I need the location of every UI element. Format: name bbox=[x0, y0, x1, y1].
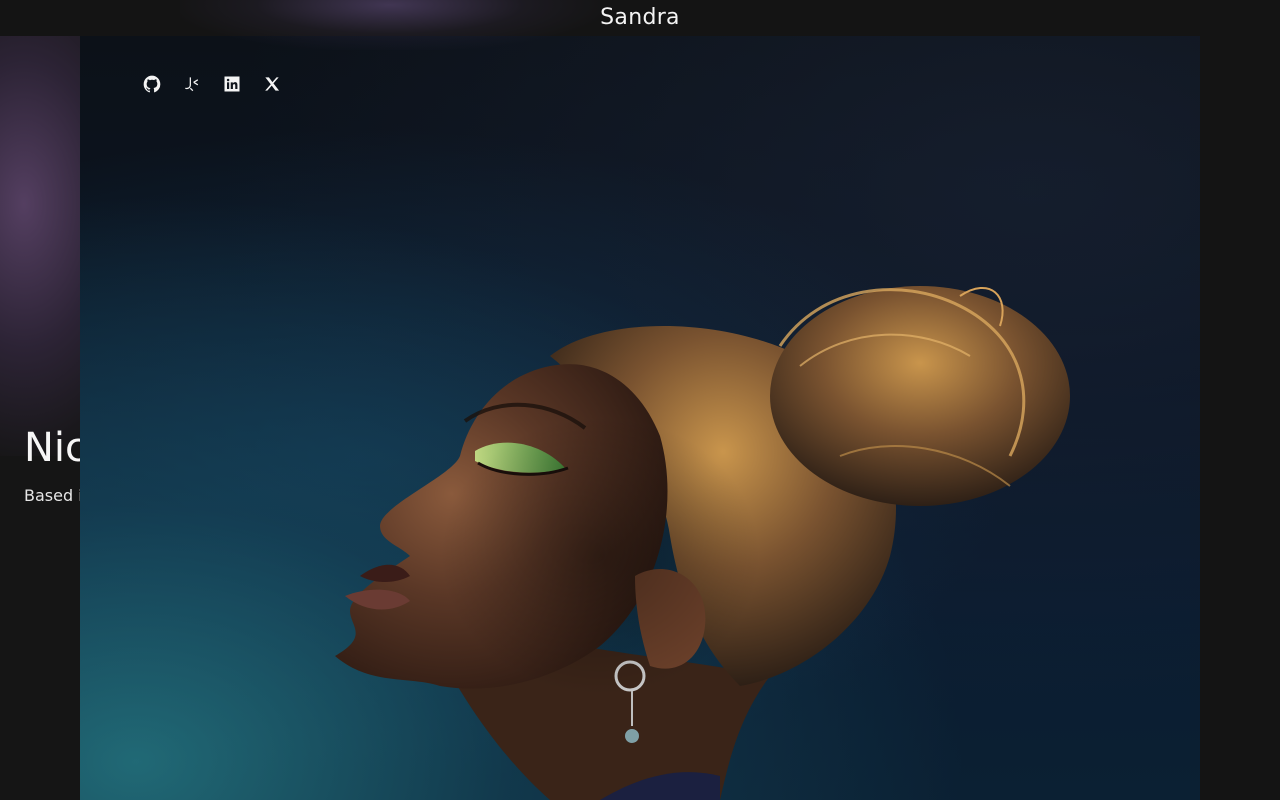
github-icon bbox=[143, 75, 161, 93]
codepen-link[interactable] bbox=[182, 74, 202, 94]
x-icon bbox=[265, 77, 280, 91]
social-links bbox=[142, 74, 282, 94]
x-link[interactable] bbox=[262, 74, 282, 94]
github-link[interactable] bbox=[142, 74, 162, 94]
portrait-image bbox=[335, 286, 1070, 800]
hero-subtitle: Based i bbox=[24, 486, 83, 505]
hero-name: Nic bbox=[24, 425, 88, 471]
left-background bbox=[0, 36, 80, 800]
hero-text: Nic Based i bbox=[24, 420, 87, 505]
site-brand[interactable]: Sandra bbox=[0, 0, 1280, 36]
linkedin-link[interactable] bbox=[222, 74, 242, 94]
linkedin-icon bbox=[224, 76, 240, 92]
right-background bbox=[1200, 36, 1280, 800]
top-bar: Sandra bbox=[0, 0, 1280, 50]
portrait-photo-panel bbox=[80, 36, 1200, 800]
purple-glow bbox=[0, 36, 80, 456]
codepen-icon bbox=[185, 77, 199, 92]
